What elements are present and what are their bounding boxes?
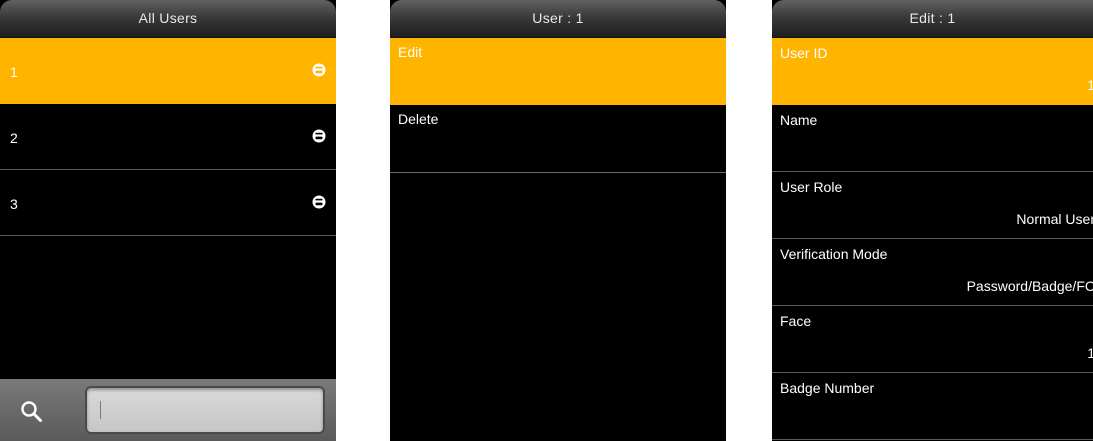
menu-item-label: Edit [398,44,423,60]
search-bar [0,379,336,441]
user-row[interactable]: 2 [0,104,336,170]
verification-mode-field[interactable]: Verification Mode Password/Badge/FC [772,239,1093,306]
user-id-field[interactable]: User ID 1 [772,38,1093,105]
menu-item-label: Delete [398,111,439,127]
screen-title: All Users [0,0,336,38]
user-row[interactable]: 3 [0,170,336,236]
user-row[interactable]: 1 [0,38,336,104]
search-icon[interactable] [19,399,43,423]
badge-number-field[interactable]: Badge Number [772,373,1093,440]
user-id: 3 [10,196,18,212]
field-label: Badge Number [780,380,875,396]
text-caret [100,401,101,419]
user-id: 1 [10,64,18,80]
screen-title: User : 1 [390,0,726,38]
edit-user-screen: Edit : 1 User ID 1 Name User Role Normal… [772,0,1093,441]
face-icon [312,129,326,143]
user-options-screen: User : 1 Edit Delete [390,0,726,441]
field-label: Face [780,313,812,329]
all-users-screen: All Users 1 2 3 [0,0,336,441]
delete-menu-item[interactable]: Delete [390,105,726,173]
field-value: Normal User [1016,211,1093,227]
field-label: User Role [780,179,843,195]
face-field[interactable]: Face 1 [772,306,1093,373]
field-label: User ID [780,45,828,61]
search-input[interactable] [85,386,325,434]
edit-menu-item[interactable]: Edit [390,38,726,105]
face-icon [312,195,326,209]
user-role-field[interactable]: User Role Normal User [772,172,1093,239]
face-icon [312,63,326,77]
name-field[interactable]: Name [772,105,1093,172]
field-label: Name [780,112,818,128]
user-id: 2 [10,130,18,146]
screen-title: Edit : 1 [772,0,1093,38]
field-label: Verification Mode [780,246,888,262]
field-value: 1 [1087,345,1093,361]
field-value: 1 [1087,77,1093,93]
field-value: Password/Badge/FC [966,278,1093,294]
